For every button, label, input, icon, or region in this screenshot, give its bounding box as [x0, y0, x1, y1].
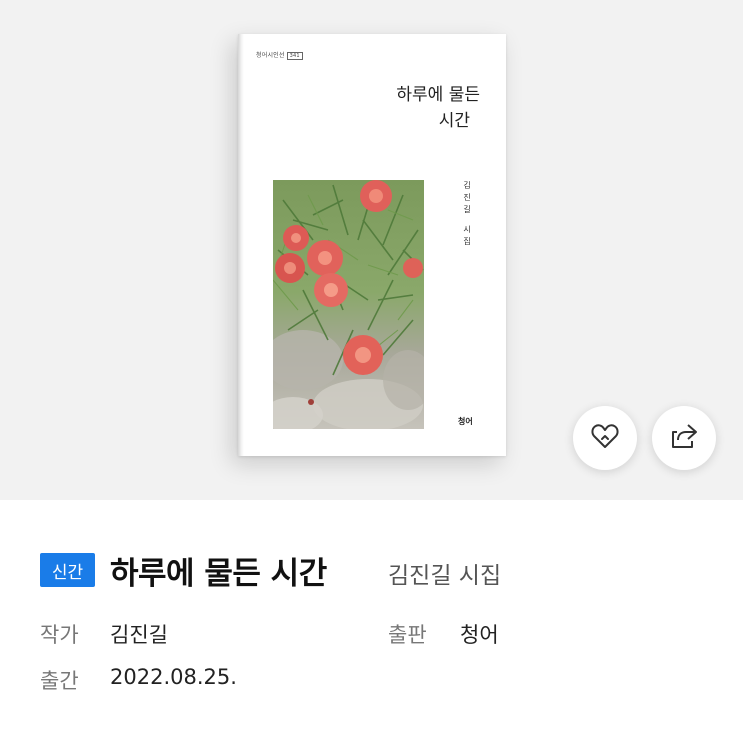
- book-spine: [238, 34, 244, 456]
- cover-title-line2: 시간: [438, 111, 470, 131]
- book-title: 하루에 물든 시간: [110, 556, 327, 592]
- series-label: 청어시인선 341: [256, 50, 303, 60]
- share-icon: [668, 420, 700, 456]
- like-button[interactable]: [573, 406, 637, 470]
- cover-title-line1: 하루에 물든: [396, 85, 480, 105]
- book-subtitle: 김진길 시집: [388, 563, 502, 589]
- cover-flower-illustration: [273, 180, 424, 429]
- publisher-label: 출판: [388, 623, 427, 647]
- author-label: 작가: [40, 623, 79, 647]
- cover-author-vertical: 김 진 길 시 집: [463, 181, 471, 246]
- release-date: 2022.08.25.: [110, 665, 237, 689]
- cover-area: 청어시인선 341 하루에 물든 시간 김 진 길 시 집 청어: [0, 0, 743, 500]
- book-cover-image[interactable]: 청어시인선 341 하루에 물든 시간 김 진 길 시 집 청어: [238, 34, 506, 456]
- share-button[interactable]: [652, 406, 716, 470]
- series-number: 341: [286, 52, 303, 60]
- publisher-link[interactable]: 청어: [460, 619, 499, 649]
- new-release-badge: 신간: [40, 553, 95, 587]
- author-link[interactable]: 김진길: [110, 619, 168, 649]
- release-date-label: 출간: [40, 669, 79, 693]
- heart-icon: [589, 420, 621, 456]
- cover-title: 하루에 물든 시간: [280, 82, 480, 134]
- cover-publisher-logo: 청어: [458, 417, 473, 426]
